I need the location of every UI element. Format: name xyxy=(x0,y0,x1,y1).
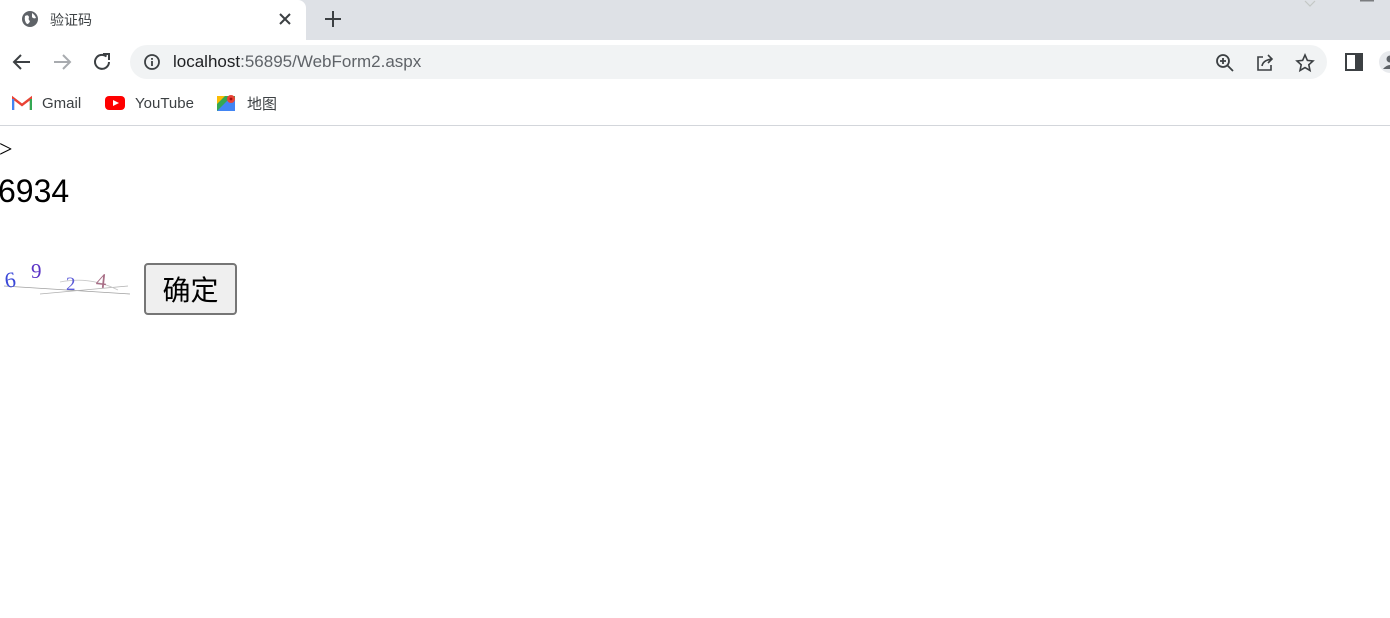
tab-strip: 验证码 xyxy=(0,0,1390,40)
stray-text: > xyxy=(0,137,13,163)
new-tab-icon[interactable] xyxy=(322,8,344,30)
tab-search-icon[interactable] xyxy=(1303,0,1317,8)
zoom-icon[interactable] xyxy=(1215,53,1235,73)
url-host: localhost xyxy=(173,52,241,71)
confirm-button[interactable]: 确定 xyxy=(144,263,237,315)
profile-icon[interactable] xyxy=(1378,50,1390,74)
forward-arrow-icon[interactable] xyxy=(50,50,74,74)
close-icon[interactable] xyxy=(276,10,294,28)
tab-title: 验证码 xyxy=(50,13,92,29)
verification-code-text: 6934 xyxy=(0,173,70,209)
bookmarks-bar: Gmail YouTube 地图 xyxy=(0,84,1390,126)
bookmark-label: Gmail xyxy=(42,94,82,112)
maps-icon xyxy=(217,95,235,111)
url-path: :56895/WebForm2.aspx xyxy=(240,52,422,71)
share-icon[interactable] xyxy=(1255,53,1275,73)
gmail-icon xyxy=(12,95,32,110)
globe-icon xyxy=(22,11,38,27)
page-content: > 6934 6 9 2 4 确定 xyxy=(0,126,1390,618)
info-icon[interactable] xyxy=(143,53,161,71)
minimize-icon[interactable] xyxy=(1360,0,1374,4)
url-text[interactable]: localhost:56895/WebForm2.aspx xyxy=(173,52,421,72)
bookmark-gmail[interactable]: Gmail xyxy=(12,84,81,122)
browser-toolbar: localhost:56895/WebForm2.aspx xyxy=(0,40,1390,84)
side-panel-icon[interactable] xyxy=(1344,52,1364,72)
captcha-char-1: 9 xyxy=(31,259,42,283)
address-bar[interactable]: localhost:56895/WebForm2.aspx xyxy=(130,45,1327,79)
back-arrow-icon[interactable] xyxy=(10,50,34,74)
youtube-icon xyxy=(105,96,125,110)
bookmark-maps[interactable]: 地图 xyxy=(217,84,277,122)
reload-icon[interactable] xyxy=(90,50,114,74)
captcha-image[interactable]: 6 9 2 4 xyxy=(0,256,134,300)
bookmark-label: 地图 xyxy=(247,95,278,113)
star-icon[interactable] xyxy=(1295,53,1315,73)
bookmark-youtube[interactable]: YouTube xyxy=(105,84,194,122)
captcha-char-2: 2 xyxy=(66,274,76,295)
browser-tab[interactable]: 验证码 xyxy=(0,0,306,40)
bookmark-label: YouTube xyxy=(135,94,194,112)
